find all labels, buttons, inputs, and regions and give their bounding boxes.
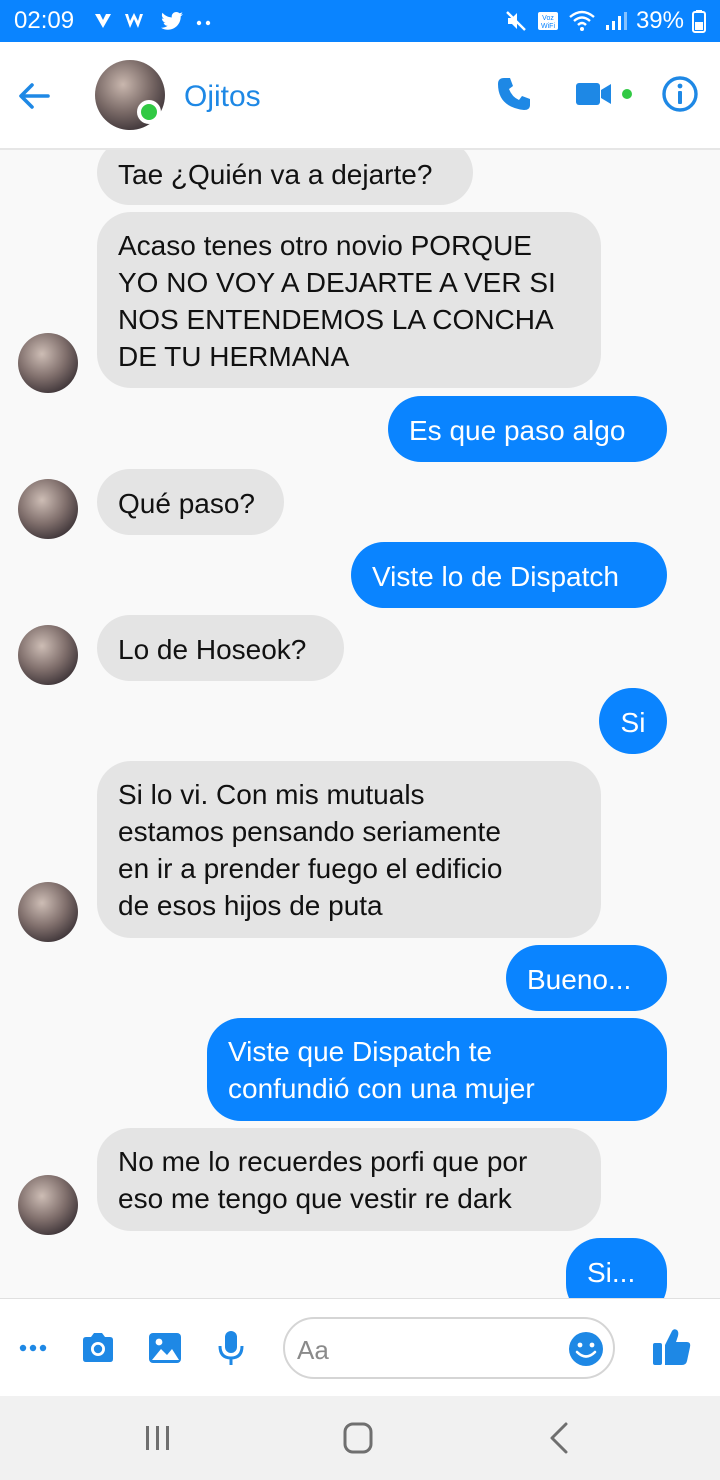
message-text: Bueno...	[527, 964, 632, 995]
svg-text:Voz: Voz	[542, 15, 554, 22]
notification-icons	[92, 10, 214, 32]
home-icon[interactable]	[338, 1420, 378, 1456]
message-bubble-outgoing[interactable]: Si	[599, 688, 667, 754]
message-bubble-outgoing[interactable]: Si...	[566, 1238, 667, 1298]
camera-icon[interactable]	[79, 1329, 117, 1367]
like-thumbs-up-icon[interactable]	[650, 1325, 694, 1369]
emoji-icon[interactable]	[567, 1330, 605, 1368]
sender-avatar[interactable]	[18, 333, 78, 393]
svg-text:WiFi: WiFi	[541, 23, 555, 30]
sender-avatar[interactable]	[18, 625, 78, 685]
recent-apps-icon[interactable]	[138, 1420, 178, 1456]
battery-icon	[692, 9, 706, 33]
status-time: 02:09	[14, 7, 75, 34]
more-dots-icon	[194, 10, 214, 32]
message-text: Qué paso?	[118, 488, 255, 519]
message-composer: Aa	[0, 1298, 720, 1396]
sender-avatar[interactable]	[18, 882, 78, 942]
message-text: Si lo vi. Con mis mutuals estamos pensan…	[118, 779, 503, 921]
message-bubble-incoming[interactable]: Tae ¿Quién va a dejarte?	[97, 150, 473, 205]
message-input-placeholder: Aa	[297, 1335, 329, 1365]
battery-percent: 39%	[635, 7, 684, 34]
message-bubble-incoming[interactable]: Lo de Hoseok?	[97, 615, 344, 681]
system-navigation-bar	[0, 1396, 720, 1480]
message-text: Viste que Dispatch te confundió con una …	[228, 1036, 535, 1104]
message-bubble-outgoing[interactable]: Viste que Dispatch te confundió con una …	[207, 1018, 667, 1121]
back-arrow-icon[interactable]	[14, 76, 54, 116]
video-active-dot	[622, 89, 632, 99]
message-bubble-outgoing[interactable]: Bueno...	[506, 945, 667, 1011]
signal-icon	[604, 9, 628, 33]
info-icon[interactable]	[660, 74, 700, 114]
phone-call-icon[interactable]	[494, 74, 534, 114]
message-list[interactable]: Tae ¿Quién va a dejarte? Acaso tenes otr…	[0, 150, 720, 1298]
vowifi-icon: Voz WiFi	[536, 9, 560, 33]
online-status-indicator	[137, 100, 161, 124]
gallery-icon[interactable]	[146, 1329, 184, 1367]
message-bubble-incoming[interactable]: Acaso tenes otro novio PORQUE YO NO VOY …	[97, 212, 601, 388]
sender-avatar[interactable]	[18, 1175, 78, 1235]
message-bubble-incoming[interactable]: Qué paso?	[97, 469, 284, 535]
message-text: Viste lo de Dispatch	[372, 561, 619, 592]
message-text: No me lo recuerdes porfi que por eso me …	[118, 1146, 528, 1214]
conversation-header: Ojitos	[0, 42, 720, 150]
more-options-icon[interactable]	[16, 1329, 54, 1367]
mute-icon	[504, 9, 528, 33]
message-bubble-incoming[interactable]: No me lo recuerdes porfi que por eso me …	[97, 1128, 601, 1231]
w-icon	[124, 10, 150, 32]
message-text: Tae ¿Quién va a dejarte?	[118, 159, 433, 190]
wifi-icon	[568, 9, 596, 33]
twitter-icon	[160, 10, 184, 32]
message-text: Lo de Hoseok?	[118, 634, 307, 665]
sender-avatar[interactable]	[18, 479, 78, 539]
messenger-screen: 02:09 Voz WiFi 39% Ojitos Tae ¿Quién va …	[0, 0, 720, 1480]
message-bubble-outgoing[interactable]: Es que paso algo	[388, 396, 667, 462]
message-text: Si...	[587, 1257, 636, 1288]
maps-icon	[92, 10, 114, 32]
status-right: Voz WiFi 39%	[504, 7, 706, 35]
message-text: Acaso tenes otro novio PORQUE YO NO VOY …	[118, 230, 556, 372]
back-nav-icon[interactable]	[540, 1420, 580, 1456]
contact-name[interactable]: Ojitos	[184, 80, 261, 114]
status-bar: 02:09 Voz WiFi 39%	[0, 0, 720, 42]
message-input[interactable]: Aa	[283, 1317, 615, 1379]
message-bubble-incoming[interactable]: Si lo vi. Con mis mutuals estamos pensan…	[97, 761, 601, 938]
message-text: Es que paso algo	[409, 415, 626, 446]
video-call-icon[interactable]	[574, 74, 614, 114]
microphone-icon[interactable]	[212, 1329, 250, 1367]
message-bubble-outgoing[interactable]: Viste lo de Dispatch	[351, 542, 667, 608]
message-text: Si	[620, 707, 646, 738]
